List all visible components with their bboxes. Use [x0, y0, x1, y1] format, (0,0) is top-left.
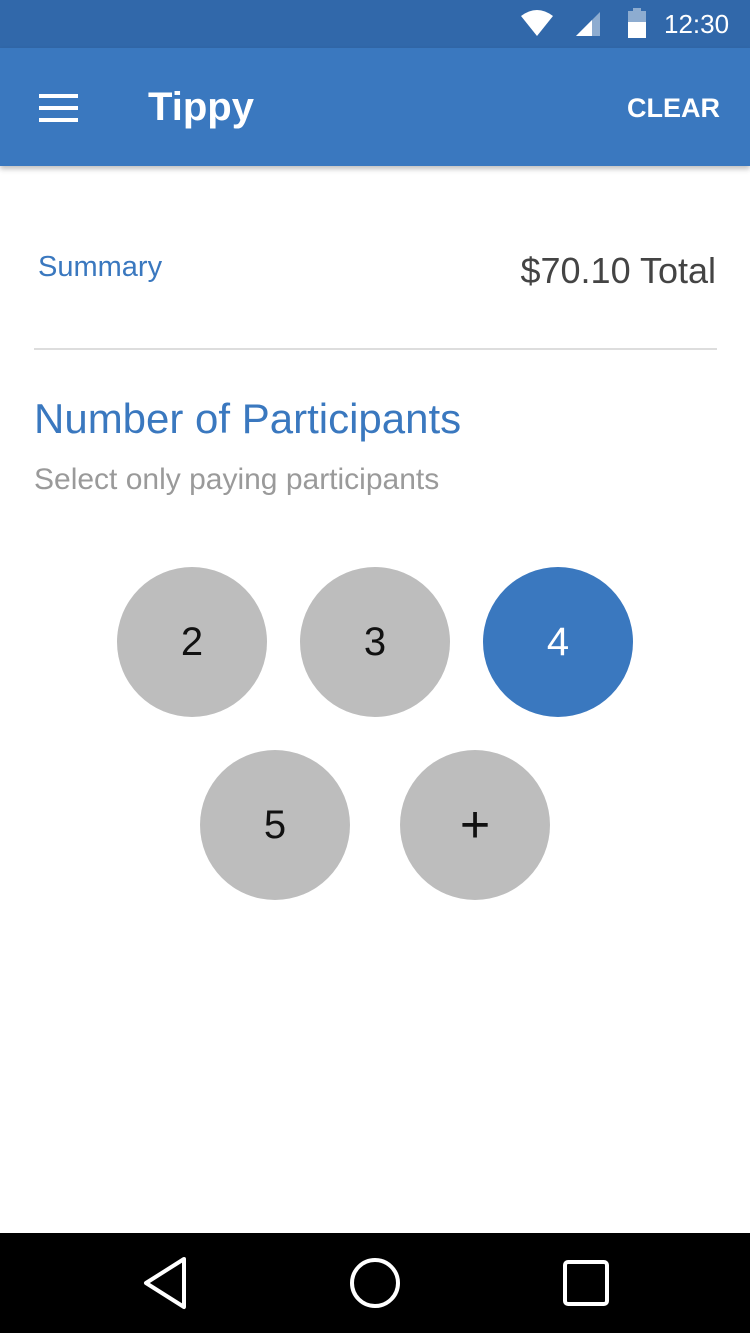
total-amount: $70.10 Total	[520, 250, 716, 291]
back-triangle-icon[interactable]	[138, 1255, 194, 1311]
section-title: Number of Participants	[34, 395, 462, 442]
summary-link[interactable]: Summary	[38, 250, 162, 284]
recents-square-icon[interactable]	[558, 1255, 614, 1311]
app-title: Tippy	[148, 85, 254, 129]
home-circle-icon[interactable]	[347, 1255, 403, 1311]
status-clock: 12:30	[664, 9, 730, 39]
app-bar: Tippy CLEAR	[0, 48, 750, 166]
clear-button[interactable]: CLEAR	[627, 92, 720, 124]
participant-option-3[interactable]: 3	[300, 567, 450, 717]
status-bar: 12:30	[0, 0, 750, 48]
add-participants-button[interactable]: +	[400, 750, 550, 900]
battery-icon	[628, 8, 646, 43]
system-nav-bar	[0, 1233, 750, 1333]
participant-option-2[interactable]: 2	[117, 567, 267, 717]
wifi-icon	[520, 10, 554, 43]
divider	[34, 348, 717, 350]
cell-signal-icon	[574, 10, 602, 43]
section-subtitle: Select only paying participants	[34, 463, 440, 496]
participant-option-5[interactable]: 5	[200, 750, 350, 900]
participant-option-4[interactable]: 4	[483, 567, 633, 717]
hamburger-menu-icon[interactable]	[24, 78, 94, 138]
